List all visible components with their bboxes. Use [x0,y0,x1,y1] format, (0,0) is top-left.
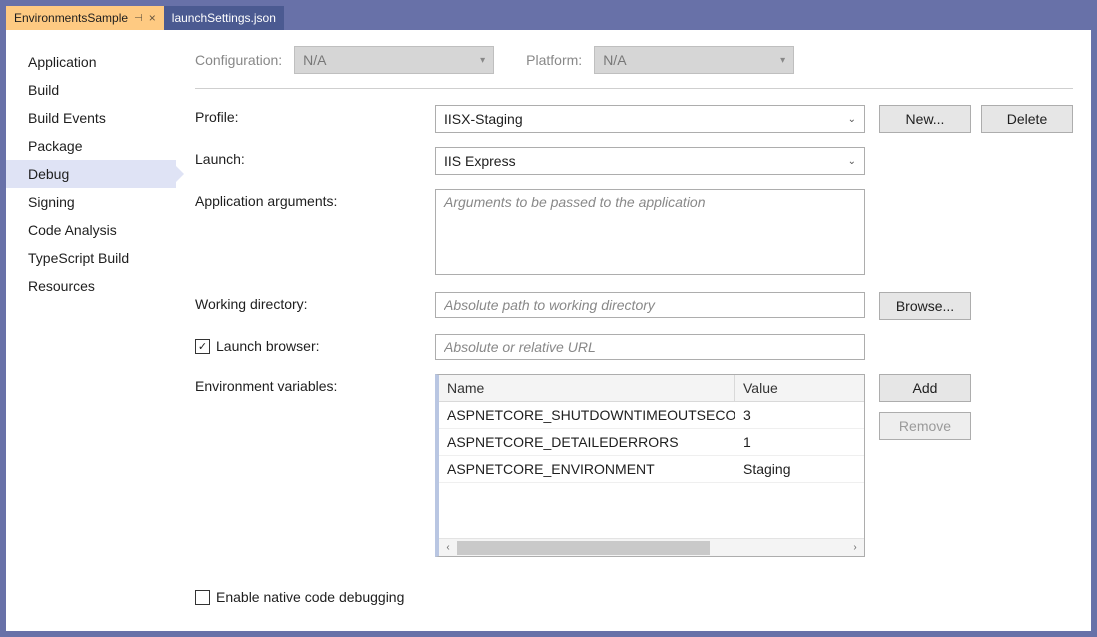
app-arguments-input[interactable] [435,189,865,275]
config-platform-row: Configuration: N/A ▾ Platform: N/A ▾ [195,46,1073,89]
sidebar-item-label: Debug [28,166,69,182]
launch-browser-label: Launch browser: [216,338,320,354]
env-table-body: ASPNETCORE_SHUTDOWNTIMEOUTSECONDS 3 ASPN… [439,402,864,538]
browse-button[interactable]: Browse... [879,292,971,320]
properties-sidebar: Application Build Build Events Package D… [6,30,177,631]
sidebar-item-package[interactable]: Package [6,132,176,160]
app-arguments-row: Application arguments: [195,189,1073,278]
env-value-cell: 3 [735,402,864,428]
tab-label: EnvironmentsSample [14,11,128,25]
profile-row: Profile: IISX-Staging ⌄ New... Delete [195,105,1073,133]
env-name-cell: ASPNETCORE_ENVIRONMENT [439,456,735,482]
scrollbar-thumb[interactable] [457,541,710,555]
chevron-down-icon: ⌄ [848,156,856,167]
close-icon[interactable]: × [149,11,156,25]
sidebar-item-label: Build Events [28,110,106,126]
profile-label: Profile: [195,105,435,125]
sidebar-item-application[interactable]: Application [6,48,176,76]
configuration-dropdown: N/A ▾ [294,46,494,74]
launch-dropdown[interactable]: IIS Express ⌄ [435,147,865,175]
profile-value: IISX-Staging [444,111,523,127]
env-header-value[interactable]: Value [735,375,864,401]
tab-launchsettings[interactable]: launchSettings.json [164,6,284,30]
env-header-name[interactable]: Name [439,375,735,401]
working-directory-row: Working directory: Browse... [195,292,1073,320]
sidebar-item-debug[interactable]: Debug [6,160,176,188]
launch-browser-url-input[interactable] [435,334,865,360]
table-row[interactable]: ASPNETCORE_SHUTDOWNTIMEOUTSECONDS 3 [439,402,864,429]
env-name-cell: ASPNETCORE_SHUTDOWNTIMEOUTSECONDS [439,402,735,428]
launch-row: Launch: IIS Express ⌄ [195,147,1073,175]
sidebar-item-resources[interactable]: Resources [6,272,176,300]
scroll-right-icon[interactable]: › [846,542,864,553]
native-debugging-row: Enable native code debugging [195,589,1073,605]
delete-profile-button[interactable]: Delete [981,105,1073,133]
launch-browser-checkbox[interactable]: ✓ [195,339,210,354]
debug-form: Profile: IISX-Staging ⌄ New... Delete La… [195,105,1073,605]
pin-icon[interactable]: ⊣ [134,13,143,24]
table-row[interactable]: ASPNETCORE_ENVIRONMENT Staging [439,456,864,483]
env-value-cell: Staging [735,456,864,482]
sidebar-item-label: Resources [28,278,95,294]
sidebar-item-label: Code Analysis [28,222,117,238]
chevron-down-icon: ▾ [480,55,485,66]
tab-environments-sample[interactable]: EnvironmentsSample ⊣ × [6,6,164,30]
sidebar-item-label: Signing [28,194,75,210]
sidebar-item-typescript-build[interactable]: TypeScript Build [6,244,176,272]
sidebar-item-label: TypeScript Build [28,250,129,266]
remove-env-var-button: Remove [879,412,971,440]
chevron-down-icon: ⌄ [848,114,856,125]
scrollbar-track[interactable] [457,541,846,555]
working-directory-label: Working directory: [195,292,435,312]
launch-value: IIS Express [444,153,516,169]
app-arguments-label: Application arguments: [195,189,435,209]
chevron-down-icon: ▾ [780,55,785,66]
profile-dropdown[interactable]: IISX-Staging ⌄ [435,105,865,133]
properties-panel: Application Build Build Events Package D… [6,30,1091,631]
configuration-value: N/A [303,52,326,68]
env-name-cell: ASPNETCORE_DETAILEDERRORS [439,429,735,455]
platform-dropdown: N/A ▾ [594,46,794,74]
environment-variables-row: Environment variables: Name Value ASPNET… [195,374,1073,557]
sidebar-item-code-analysis[interactable]: Code Analysis [6,216,176,244]
sidebar-item-label: Package [28,138,82,154]
project-properties-window: EnvironmentsSample ⊣ × launchSettings.js… [0,0,1097,637]
add-env-var-button[interactable]: Add [879,374,971,402]
tab-label: launchSettings.json [172,11,276,25]
scroll-left-icon[interactable]: ‹ [439,542,457,553]
horizontal-scrollbar[interactable]: ‹ › [439,538,864,556]
sidebar-item-build[interactable]: Build [6,76,176,104]
sidebar-item-build-events[interactable]: Build Events [6,104,176,132]
sidebar-item-signing[interactable]: Signing [6,188,176,216]
working-directory-input[interactable] [435,292,865,318]
document-tab-bar: EnvironmentsSample ⊣ × launchSettings.js… [6,6,1091,30]
native-debugging-checkbox[interactable] [195,590,210,605]
sidebar-item-label: Build [28,82,59,98]
env-table-header: Name Value [439,375,864,402]
debug-settings-main: Configuration: N/A ▾ Platform: N/A ▾ Pro… [177,30,1091,631]
environment-variables-table[interactable]: Name Value ASPNETCORE_SHUTDOWNTIMEOUTSEC… [435,374,865,557]
env-value-cell: 1 [735,429,864,455]
native-debugging-label: Enable native code debugging [216,589,404,605]
configuration-label: Configuration: [195,52,282,68]
new-profile-button[interactable]: New... [879,105,971,133]
launch-browser-row: ✓ Launch browser: [195,334,1073,360]
launch-label: Launch: [195,147,435,167]
platform-value: N/A [603,52,626,68]
platform-label: Platform: [526,52,582,68]
table-row[interactable]: ASPNETCORE_DETAILEDERRORS 1 [439,429,864,456]
environment-variables-label: Environment variables: [195,374,435,394]
sidebar-item-label: Application [28,54,97,70]
